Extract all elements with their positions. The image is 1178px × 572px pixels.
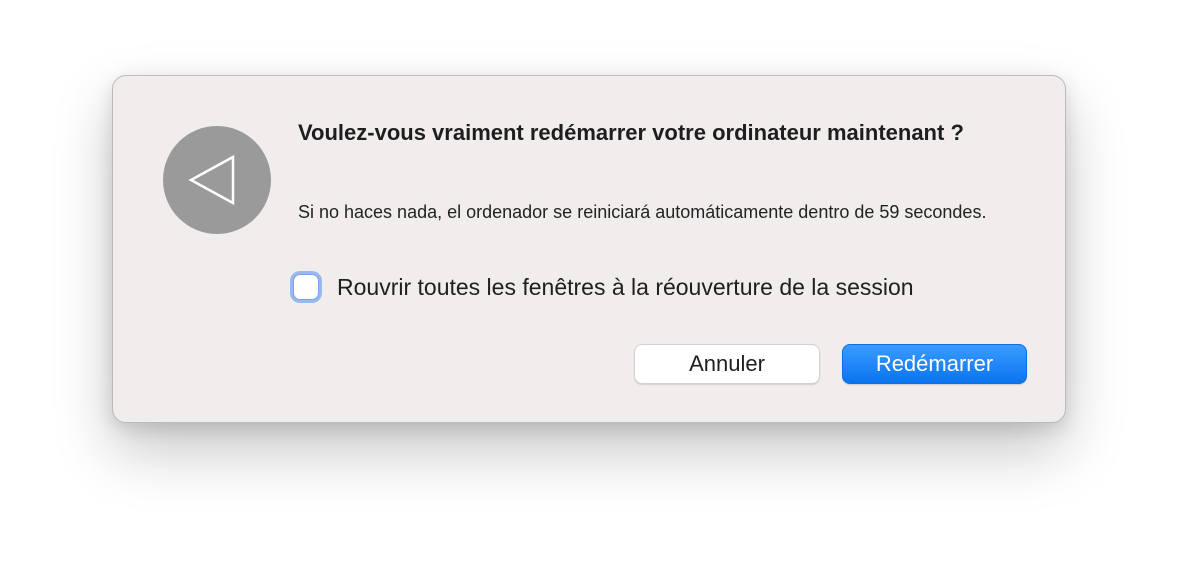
dialog-message: Si no haces nada, el ordenador se reinic… [298,202,987,222]
dialog-title: Voulez-vous vraiment redémarrer votre or… [298,120,964,145]
reopen-windows-option[interactable]: Rouvrir toutes les fenêtres à la réouver… [293,269,914,305]
reopen-windows-label[interactable]: Rouvrir toutes les fenêtres à la réouver… [337,274,914,301]
restart-dialog: Voulez-vous vraiment redémarrer votre or… [112,75,1066,423]
back-arrow-icon [163,126,271,234]
restart-button[interactable]: Redémarrer [842,344,1027,384]
cancel-button[interactable]: Annuler [634,344,820,384]
reopen-windows-checkbox[interactable] [293,274,319,300]
